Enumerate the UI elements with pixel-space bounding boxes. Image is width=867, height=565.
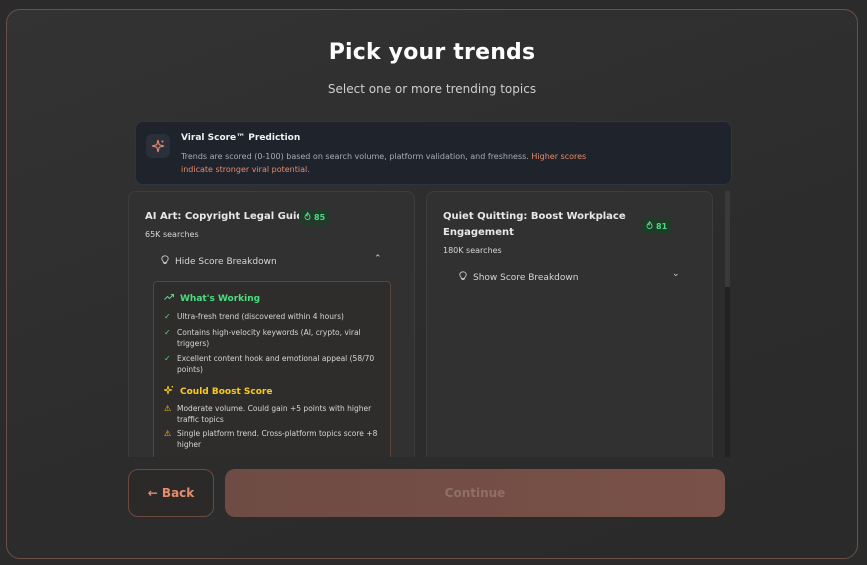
sparkle-icon (146, 134, 170, 158)
score-breakdown-panel: What's Working ✓ Ultra-fresh trend (disc… (153, 281, 391, 457)
cards-scrollbar[interactable] (725, 191, 730, 457)
could-boost-heading: Could Boost Score (163, 385, 273, 398)
chevron-up-icon[interactable]: ⌃ (374, 254, 382, 264)
search-volume: 65K searches (145, 230, 199, 239)
score-badge: 81 (641, 218, 673, 234)
working-item: ✓ Contains high-velocity keywords (AI, c… (164, 327, 379, 349)
flame-icon (304, 211, 311, 222)
trend-card[interactable]: AI Art: Copyright Legal Guide 85 65K sea… (128, 191, 415, 457)
sparkles-icon (163, 385, 174, 398)
trend-title: Quiet Quitting: Boost Workplace Engageme… (443, 211, 626, 238)
working-item-text: Excellent content hook and emotional app… (177, 354, 375, 374)
check-icon: ✓ (164, 354, 171, 363)
back-button[interactable]: ← Back (128, 469, 214, 517)
check-icon: ✓ (164, 328, 171, 337)
lightbulb-icon (459, 271, 467, 284)
flame-icon (646, 220, 653, 231)
warning-icon: ⚠ (164, 429, 172, 438)
page-subtitle: Select one or more trending topics (327, 82, 537, 96)
scrollbar-thumb[interactable] (725, 191, 730, 287)
toggle-label: Show Score Breakdown (473, 272, 579, 283)
hide-score-breakdown-button[interactable]: Hide Score Breakdown (161, 255, 277, 268)
boost-item: ⚠ Moderate volume. Could gain +5 points … (164, 403, 379, 425)
toggle-label: Hide Score Breakdown (175, 256, 277, 267)
could-boost-title: Could Boost Score (180, 386, 273, 397)
info-description: Trends are scored (0-100) based on searc… (181, 152, 529, 161)
working-item-text: Contains high-velocity keywords (AI, cry… (177, 328, 361, 348)
score-badge: 85 (299, 209, 331, 225)
trend-cards-list: AI Art: Copyright Legal Guide 85 65K sea… (128, 191, 725, 457)
trend-title: AI Art: Copyright Legal Guide (145, 211, 311, 222)
boost-item-text: Moderate volume. Could gain +5 points wi… (177, 404, 372, 424)
score-value: 85 (314, 212, 326, 222)
boost-item-text: Single platform trend. Cross-platform to… (177, 429, 378, 449)
working-item-text: Ultra-fresh trend (discovered within 4 h… (177, 312, 344, 321)
working-item: ✓ Ultra-fresh trend (discovered within 4… (164, 311, 379, 322)
viral-score-info-box: Viral Score™ Prediction Trends are score… (135, 121, 732, 185)
info-title: Viral Score™ Prediction (181, 133, 301, 143)
warning-icon: ⚠ (164, 404, 172, 413)
page-title: Pick your trends (328, 40, 536, 65)
trending-up-icon (164, 293, 174, 304)
search-volume: 180K searches (443, 246, 502, 255)
chevron-down-icon[interactable]: ⌄ (672, 269, 680, 279)
info-text: Trends are scored (0-100) based on searc… (181, 150, 611, 176)
whats-working-title: What's Working (180, 293, 261, 304)
check-icon: ✓ (164, 312, 171, 321)
boost-item: ⚠ Single platform trend. Cross-platform … (164, 428, 379, 450)
continue-button[interactable]: Continue (225, 469, 725, 517)
whats-working-heading: What's Working (164, 293, 260, 304)
show-score-breakdown-button[interactable]: Show Score Breakdown (459, 271, 578, 284)
lightbulb-icon (161, 255, 169, 268)
score-value: 81 (656, 221, 668, 231)
trend-card[interactable]: Quiet Quitting: Boost Workplace Engageme… (426, 191, 713, 457)
working-item: ✓ Excellent content hook and emotional a… (164, 353, 379, 375)
